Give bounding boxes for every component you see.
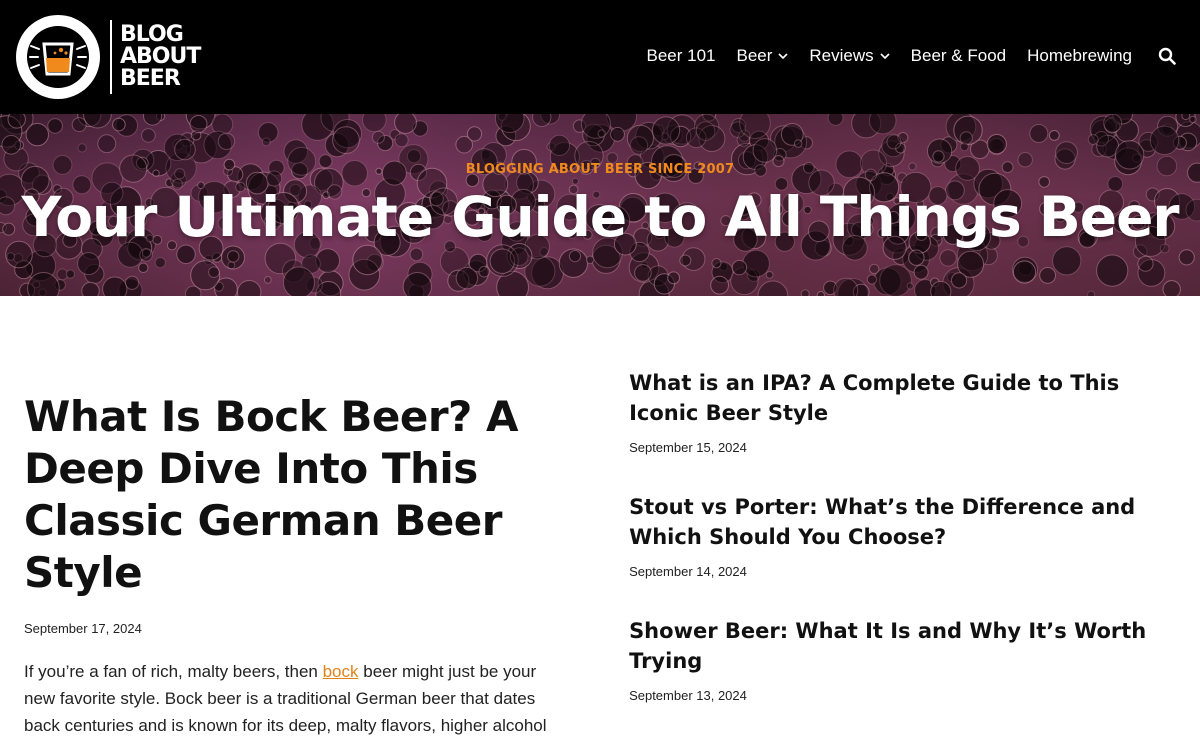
chevron-down-icon	[880, 52, 890, 60]
logo-line: BEER	[120, 66, 181, 91]
main-nav: Beer 101 Beer Reviews Beer & Food Homebr…	[625, 46, 1132, 66]
nav-item-beer[interactable]: Beer	[736, 46, 788, 66]
post-date: September 13, 2024	[629, 688, 747, 703]
list-item: Shower Beer: What It Is and Why It’s Wor…	[629, 616, 1176, 703]
nav-item-beer-and-food[interactable]: Beer & Food	[911, 46, 1006, 66]
hero-kicker: BLOGGING ABOUT BEER SINCE 2007	[465, 162, 735, 177]
nav-item-reviews[interactable]: Reviews	[809, 46, 890, 66]
hero-title: Your Ultimate Guide to All Things Beer	[21, 185, 1179, 249]
list-item: Stout vs Porter: What’s the Difference a…	[629, 492, 1176, 579]
search-button[interactable]	[1158, 47, 1176, 69]
post-title[interactable]: What is an IPA? A Complete Guide to This…	[629, 368, 1176, 428]
nav-item-label: Beer	[736, 46, 773, 65]
post-date: September 15, 2024	[629, 440, 747, 455]
list-item: What is an IPA? A Complete Guide to This…	[629, 368, 1176, 455]
recent-posts: What is an IPA? A Complete Guide to This…	[629, 296, 1176, 740]
featured-post-title[interactable]: What Is Bock Beer? A Deep Dive Into This…	[24, 391, 551, 599]
featured-post-excerpt: If you’re a fan of rich, malty beers, th…	[24, 658, 551, 739]
logo-wordmark: BLOG ABOUT BEER	[120, 24, 220, 90]
logo-divider	[110, 20, 112, 94]
post-title[interactable]: Shower Beer: What It Is and Why It’s Wor…	[629, 616, 1176, 676]
beer-glass-logo-icon	[16, 15, 100, 99]
logo-line: ABOUT	[120, 44, 201, 69]
excerpt-text: If you’re a fan of rich, malty beers, th…	[24, 662, 323, 681]
featured-post-date: September 17, 2024	[24, 621, 142, 636]
nav-item-beer-101[interactable]: Beer 101	[646, 46, 715, 66]
nav-item-label: Beer & Food	[910, 46, 1007, 65]
search-icon	[1158, 47, 1176, 65]
post-title[interactable]: Stout vs Porter: What’s the Difference a…	[629, 492, 1176, 552]
nav-item-homebrewing[interactable]: Homebrewing	[1027, 46, 1132, 66]
hero-banner: BLOGGING ABOUT BEER SINCE 2007 Your Ulti…	[0, 114, 1200, 296]
chevron-down-icon	[778, 52, 788, 60]
nav-item-label: Beer 101	[646, 46, 716, 65]
bock-link[interactable]: bock	[323, 662, 359, 681]
logo-line: BLOG	[120, 22, 184, 47]
main-content: What Is Bock Beer? A Deep Dive Into This…	[0, 296, 1200, 740]
nav-item-label: Homebrewing	[1027, 46, 1132, 65]
site-header: BLOG ABOUT BEER Beer 101 Beer Reviews Be…	[0, 0, 1200, 114]
site-logo[interactable]: BLOG ABOUT BEER	[16, 15, 220, 99]
featured-post: What Is Bock Beer? A Deep Dive Into This…	[24, 296, 551, 740]
nav-item-label: Reviews	[809, 46, 874, 65]
post-date: September 14, 2024	[629, 564, 747, 579]
